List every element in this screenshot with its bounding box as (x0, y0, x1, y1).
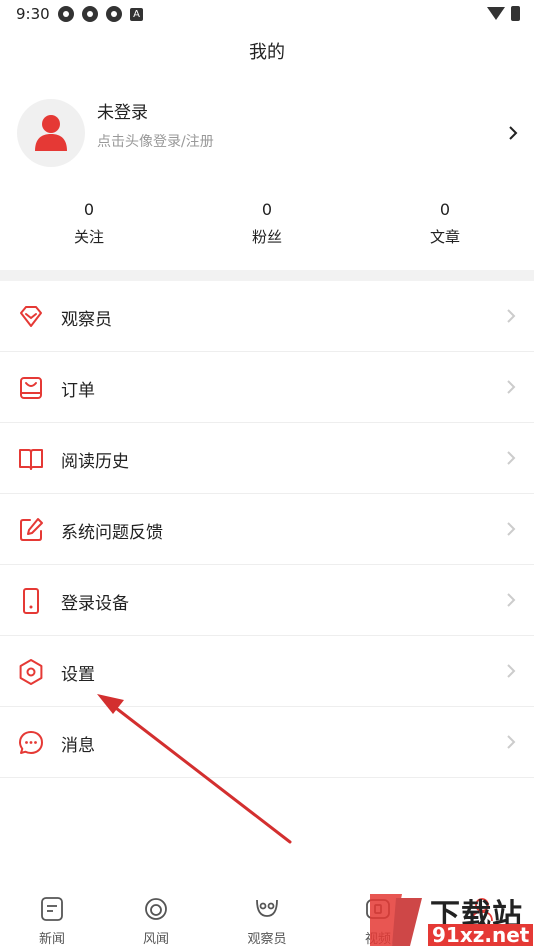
login-hint: 点击头像登录/注册 (97, 134, 214, 150)
chevron-right-icon (507, 664, 516, 678)
stat-fans-count: 0 (261, 200, 273, 219)
menu-label: 阅读历史 (61, 452, 129, 472)
menu-item-orders[interactable]: 订单 (0, 352, 534, 423)
book-icon (19, 449, 43, 470)
phone-icon (23, 588, 39, 614)
stat-following-label: 关注 (73, 228, 104, 246)
menu-label: 订单 (61, 381, 95, 401)
tab-fengwen[interactable]: 风闻 (116, 896, 196, 947)
status-system-icons (487, 6, 520, 21)
stat-fans-label: 粉丝 (251, 228, 282, 246)
menu-item-observer[interactable]: 观察员 (0, 281, 534, 352)
notification-a-icon: A (130, 7, 143, 21)
menu-item-reading-history[interactable]: 阅读历史 (0, 423, 534, 494)
chevron-right-icon (507, 735, 516, 749)
message-icon (19, 731, 43, 754)
user-avatar-icon (35, 115, 67, 151)
username: 未登录 (97, 103, 148, 123)
avatar[interactable] (17, 99, 85, 167)
menu-label: 观察员 (61, 310, 112, 330)
menu-item-login-devices[interactable]: 登录设备 (0, 565, 534, 636)
stat-fans[interactable]: 0 粉丝 (207, 200, 327, 247)
tab-label: 风闻 (142, 932, 169, 947)
watermark: 下载站 91xz.net (362, 888, 534, 950)
wifi-icon (487, 7, 505, 20)
menu-label: 设置 (61, 665, 95, 685)
stat-following-count: 0 (83, 200, 95, 219)
section-divider (0, 270, 534, 281)
tab-label: 观察员 (247, 932, 287, 947)
menu-label: 登录设备 (61, 594, 129, 614)
tab-label: 新闻 (38, 932, 65, 947)
stat-articles-label: 文章 (429, 228, 460, 246)
watermark-logo-icon (370, 894, 422, 946)
chevron-right-icon (509, 126, 518, 140)
chevron-right-icon (507, 309, 516, 323)
chevron-right-icon (507, 451, 516, 465)
status-time: 9:30 (16, 5, 50, 23)
tab-news[interactable]: 新闻 (12, 896, 92, 947)
page-title: 我的 (249, 42, 285, 63)
status-bar: 9:30 A (0, 0, 534, 28)
notification-app-icon (82, 6, 98, 22)
news-icon (41, 897, 63, 921)
menu-label: 消息 (61, 736, 95, 756)
status-notification-icons: A (58, 6, 143, 22)
stat-following[interactable]: 0 关注 (29, 200, 149, 247)
watermark-url: 91xz.net (428, 924, 534, 946)
chevron-right-icon (507, 380, 516, 394)
tab-observer[interactable]: 观察员 (227, 896, 307, 947)
settings-icon (19, 659, 43, 685)
menu-item-settings[interactable]: 设置 (0, 636, 534, 707)
menu-list: 观察员 订单 阅读历史 系统问题反馈 登录设备 设置 消息 (0, 281, 534, 778)
menu-item-messages[interactable]: 消息 (0, 707, 534, 778)
chevron-right-icon (507, 593, 516, 607)
menu-item-feedback[interactable]: 系统问题反馈 (0, 494, 534, 565)
bag-icon (20, 377, 42, 399)
stats-row: 0 关注 0 粉丝 0 文章 (0, 200, 534, 260)
chevron-right-icon (507, 522, 516, 536)
diamond-icon (20, 306, 42, 327)
stat-articles-count: 0 (439, 200, 451, 219)
edit-icon (20, 518, 43, 541)
notification-app-icon (106, 6, 122, 22)
menu-label: 系统问题反馈 (61, 523, 163, 543)
profile-row[interactable]: 未登录 点击头像登录/注册 (0, 95, 534, 175)
stat-articles[interactable]: 0 文章 (385, 200, 505, 247)
notification-app-icon (58, 6, 74, 22)
battery-icon (511, 6, 520, 21)
observer-icon (256, 899, 278, 917)
radar-icon (145, 898, 167, 920)
